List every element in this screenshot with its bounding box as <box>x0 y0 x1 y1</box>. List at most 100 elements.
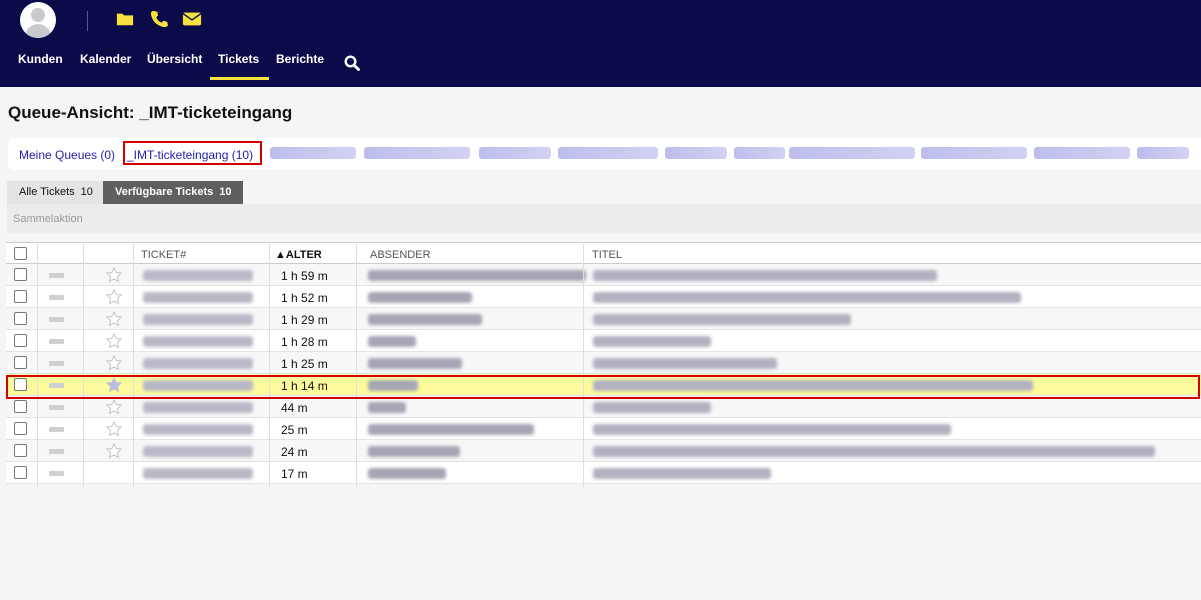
row-checkbox[interactable] <box>14 378 27 391</box>
star-icon[interactable] <box>105 332 123 350</box>
row-checkbox[interactable] <box>14 268 27 281</box>
ticket-table: TICKET# ▲ALTER ABSENDER TITEL 1 h 59 m 1 … <box>6 242 1201 487</box>
queue-link-blurred[interactable] <box>270 147 356 159</box>
row-checkbox[interactable] <box>14 444 27 457</box>
star-icon[interactable] <box>105 376 123 394</box>
queue-link-blurred[interactable] <box>734 147 785 159</box>
ticket-number-redacted[interactable] <box>143 270 253 281</box>
queue-link-blurred[interactable] <box>1137 147 1189 159</box>
row-checkbox[interactable] <box>14 422 27 435</box>
nav-uebersicht[interactable]: Übersicht <box>147 52 202 66</box>
title-redacted[interactable] <box>593 468 771 479</box>
search-icon[interactable] <box>344 55 360 71</box>
tab-all-tickets[interactable]: Alle Tickets 10 <box>7 181 105 204</box>
ticket-age: 1 h 25 m <box>281 357 328 371</box>
star-icon[interactable] <box>105 310 123 328</box>
star-icon[interactable] <box>105 288 123 306</box>
priority-indicator <box>49 361 64 366</box>
table-row[interactable]: 1 h 25 m <box>6 352 1201 374</box>
column-header-age[interactable]: ▲ALTER <box>275 249 322 261</box>
star-icon[interactable] <box>105 354 123 372</box>
table-row[interactable]: 44 m <box>6 396 1201 418</box>
nav-kunden[interactable]: Kunden <box>18 52 63 66</box>
row-checkbox[interactable] <box>14 400 27 413</box>
tab-available-tickets[interactable]: Verfügbare Tickets 10 <box>103 181 244 204</box>
ticket-age: 1 h 28 m <box>281 335 328 349</box>
column-divider <box>356 242 357 487</box>
ticket-number-redacted[interactable] <box>143 468 253 479</box>
table-row[interactable]: 24 m <box>6 440 1201 462</box>
title-redacted[interactable] <box>593 358 777 369</box>
queue-link-blurred[interactable] <box>479 147 551 159</box>
nav-berichte[interactable]: Berichte <box>276 52 324 66</box>
row-checkbox[interactable] <box>14 334 27 347</box>
tab-available-count: 10 <box>219 186 232 198</box>
queue-link-blurred[interactable] <box>1034 147 1130 159</box>
queue-bar: Meine Queues (0) _IMT-ticketeingang (10) <box>8 138 1201 170</box>
sender-redacted <box>368 446 460 457</box>
nav-kalender[interactable]: Kalender <box>80 52 131 66</box>
ticket-age: 44 m <box>281 401 308 415</box>
column-divider <box>83 242 84 487</box>
tab-available-label: Verfügbare Tickets <box>115 186 214 198</box>
nav-tickets[interactable]: Tickets <box>209 52 270 80</box>
queue-link-blurred[interactable] <box>789 147 915 159</box>
ticket-age: 1 h 59 m <box>281 269 328 283</box>
title-redacted[interactable] <box>593 314 851 325</box>
row-checkbox[interactable] <box>14 290 27 303</box>
column-header-title[interactable]: TITEL <box>592 249 622 261</box>
queue-link-blurred[interactable] <box>921 147 1027 159</box>
title-redacted[interactable] <box>593 402 711 413</box>
star-icon[interactable] <box>105 266 123 284</box>
title-redacted[interactable] <box>593 424 951 435</box>
star-icon[interactable] <box>105 420 123 438</box>
row-checkbox[interactable] <box>14 312 27 325</box>
column-divider <box>269 242 270 487</box>
title-redacted[interactable] <box>593 446 1155 457</box>
title-redacted[interactable] <box>593 336 711 347</box>
priority-indicator <box>49 449 64 454</box>
ticket-number-redacted[interactable] <box>143 380 253 391</box>
sender-redacted <box>368 292 472 303</box>
queue-link-blurred[interactable] <box>665 147 727 159</box>
ticket-number-redacted[interactable] <box>143 402 253 413</box>
table-row[interactable]: 1 h 29 m <box>6 308 1201 330</box>
select-all-checkbox[interactable] <box>14 247 27 260</box>
title-redacted[interactable] <box>593 380 1033 391</box>
ticket-number-redacted[interactable] <box>143 424 253 435</box>
ticket-number-redacted[interactable] <box>143 446 253 457</box>
star-icon[interactable] <box>105 442 123 460</box>
ticket-age: 1 h 52 m <box>281 291 328 305</box>
ticket-age: 25 m <box>281 423 308 437</box>
table-row[interactable]: 1 h 52 m <box>6 286 1201 308</box>
user-avatar[interactable] <box>20 2 56 38</box>
sender-redacted <box>368 402 406 413</box>
phone-icon[interactable] <box>150 10 168 28</box>
queue-link-my-queues[interactable]: Meine Queues (0) <box>19 148 115 162</box>
top-bar: Kunden Kalender Übersicht Tickets Berich… <box>0 0 1201 87</box>
title-redacted[interactable] <box>593 270 937 281</box>
ticket-age: 17 m <box>281 467 308 481</box>
column-header-ticket[interactable]: TICKET# <box>141 249 186 261</box>
table-row[interactable]: 17 m <box>6 462 1201 484</box>
title-redacted[interactable] <box>593 292 1021 303</box>
table-row[interactable]: 1 h 28 m <box>6 330 1201 352</box>
bulk-action-button[interactable]: Sammelaktion <box>13 213 83 225</box>
ticket-number-redacted[interactable] <box>143 292 253 303</box>
ticket-number-redacted[interactable] <box>143 358 253 369</box>
column-header-sender[interactable]: ABSENDER <box>370 249 431 261</box>
queue-link-current[interactable]: _IMT-ticketeingang (10) <box>127 148 253 162</box>
star-icon[interactable] <box>105 398 123 416</box>
queue-link-blurred[interactable] <box>364 147 470 159</box>
priority-indicator <box>49 317 64 322</box>
folder-icon[interactable] <box>116 10 134 28</box>
row-checkbox[interactable] <box>14 356 27 369</box>
row-checkbox[interactable] <box>14 466 27 479</box>
mail-icon[interactable] <box>182 10 202 28</box>
ticket-number-redacted[interactable] <box>143 314 253 325</box>
queue-link-blurred[interactable] <box>558 147 658 159</box>
table-row[interactable]: 25 m <box>6 418 1201 440</box>
table-row[interactable]: 1 h 14 m <box>6 374 1201 396</box>
ticket-number-redacted[interactable] <box>143 336 253 347</box>
table-row[interactable]: 1 h 59 m <box>6 264 1201 286</box>
